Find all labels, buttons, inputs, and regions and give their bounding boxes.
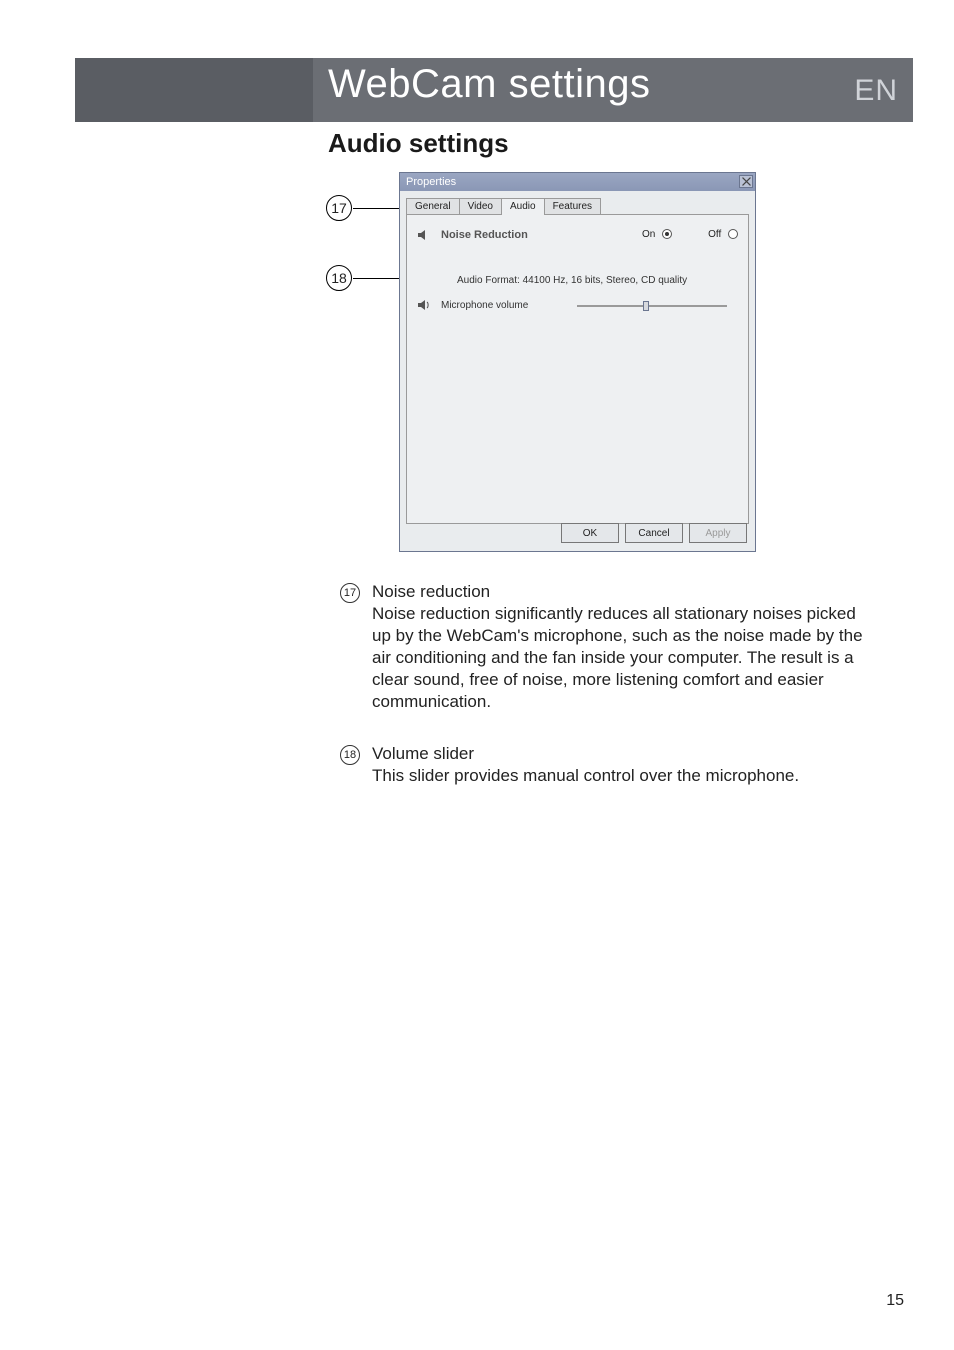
ok-button[interactable]: OK <box>561 523 619 543</box>
apply-button[interactable]: Apply <box>689 523 747 543</box>
cancel-button[interactable]: Cancel <box>625 523 683 543</box>
dialog-title: Properties <box>406 176 456 188</box>
radio-off-wrap[interactable]: Off <box>708 229 738 240</box>
radio-off[interactable] <box>728 229 738 239</box>
radio-on-wrap[interactable]: On <box>642 229 672 240</box>
page-number: 15 <box>886 1292 904 1310</box>
mic-volume-label: Microphone volume <box>441 300 528 311</box>
slider-thumb[interactable] <box>643 301 649 311</box>
dialog-titlebar: Properties <box>400 173 755 191</box>
close-icon[interactable] <box>739 175 753 188</box>
tab-panel-audio: Noise Reduction On Off Audio Format: 441… <box>406 214 749 524</box>
radio-on[interactable] <box>662 229 672 239</box>
tab-video[interactable]: Video <box>459 198 502 215</box>
noise-reduction-radio-group: On Off <box>642 229 738 240</box>
radio-on-label: On <box>642 229 655 240</box>
callout-17: 17 <box>326 195 352 221</box>
item-17-title: Noise reduction <box>372 581 872 603</box>
item-18-title: Volume slider <box>372 743 872 765</box>
page-title: WebCam settings <box>328 62 650 107</box>
radio-off-label: Off <box>708 229 721 240</box>
item-marker-17: 17 <box>340 583 360 603</box>
mic-volume-slider[interactable] <box>577 304 727 308</box>
item-18-body: This slider provides manual control over… <box>372 765 872 787</box>
tab-general[interactable]: General <box>406 198 460 215</box>
tab-strip: General Video Audio Features <box>406 197 749 214</box>
noise-reduction-label: Noise Reduction <box>441 229 528 241</box>
speaker-volume-icon <box>417 299 431 311</box>
tab-audio[interactable]: Audio <box>501 198 545 215</box>
slider-track <box>577 305 727 307</box>
speaker-icon <box>417 229 431 241</box>
header-banner-left <box>75 58 313 122</box>
audio-format-text: Audio Format: 44100 Hz, 16 bits, Stereo,… <box>457 275 687 286</box>
tab-features[interactable]: Features <box>544 198 601 215</box>
item-17-body: Noise reduction significantly reduces al… <box>372 603 872 713</box>
properties-dialog: Properties General Video Audio Features … <box>399 172 756 552</box>
language-badge: EN <box>854 74 898 108</box>
section-heading: Audio settings <box>328 128 509 159</box>
callout-18: 18 <box>326 265 352 291</box>
item-marker-18: 18 <box>340 745 360 765</box>
